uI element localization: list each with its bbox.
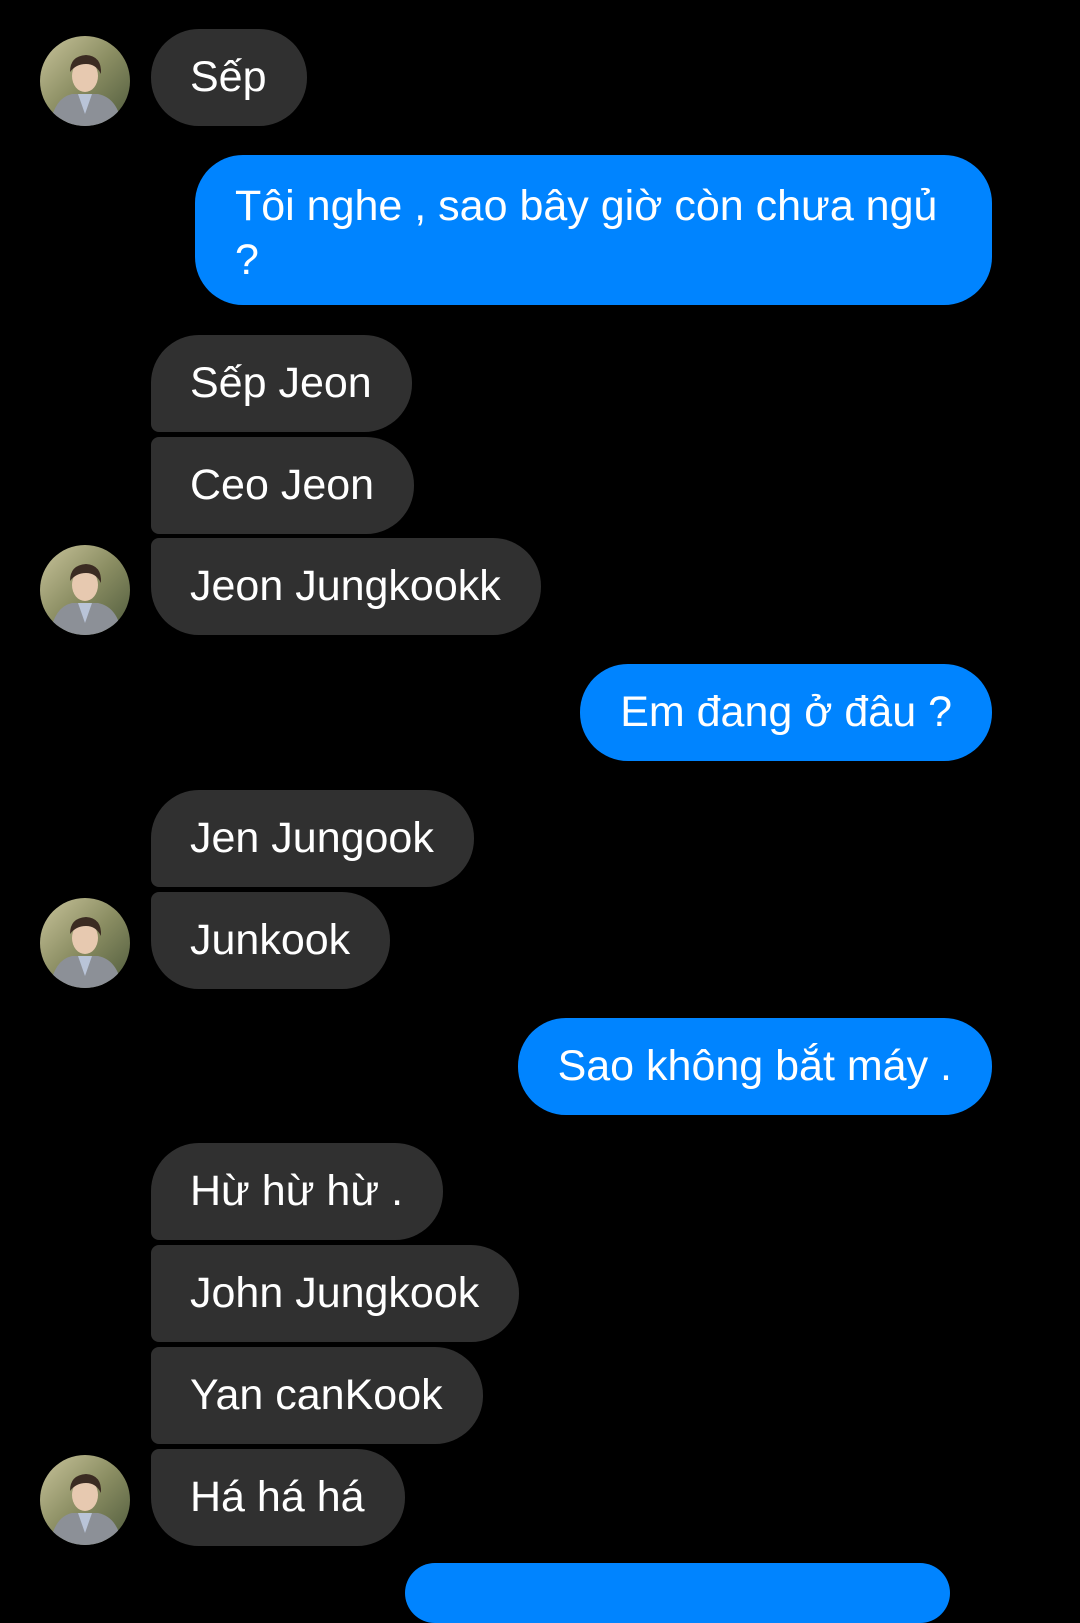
incoming-message[interactable]: Junkook	[151, 892, 391, 989]
contact-avatar[interactable]	[40, 898, 130, 988]
incoming-message[interactable]: Há há há	[151, 1449, 405, 1546]
outgoing-message[interactable]: Tôi nghe , sao bây giờ còn chưa ngủ ?	[195, 155, 992, 305]
incoming-message[interactable]: Jeon Jungkookk	[151, 538, 541, 635]
incoming-message[interactable]: Sếp Jeon	[151, 335, 412, 432]
contact-avatar[interactable]	[40, 36, 130, 126]
outgoing-message[interactable]: Sao không bắt máy .	[517, 1018, 992, 1115]
avatar-photo-icon	[40, 1455, 130, 1545]
avatar-photo-icon	[40, 545, 130, 635]
incoming-message[interactable]: Ceo Jeon	[151, 437, 415, 534]
outgoing-message[interactable]: Em đang ở đâu ?	[580, 664, 992, 761]
incoming-message[interactable]: John Jungkook	[151, 1245, 520, 1342]
incoming-message[interactable]: Hừ hừ hừ .	[151, 1143, 444, 1240]
incoming-message[interactable]: Yan canKook	[151, 1347, 483, 1444]
avatar-photo-icon	[40, 898, 130, 988]
contact-avatar[interactable]	[40, 545, 130, 635]
incoming-message[interactable]: Jen Jungook	[151, 790, 474, 887]
outgoing-message-partial[interactable]	[405, 1563, 950, 1623]
incoming-message[interactable]: Sếp	[151, 29, 307, 126]
contact-avatar[interactable]	[40, 1455, 130, 1545]
avatar-photo-icon	[40, 36, 130, 126]
